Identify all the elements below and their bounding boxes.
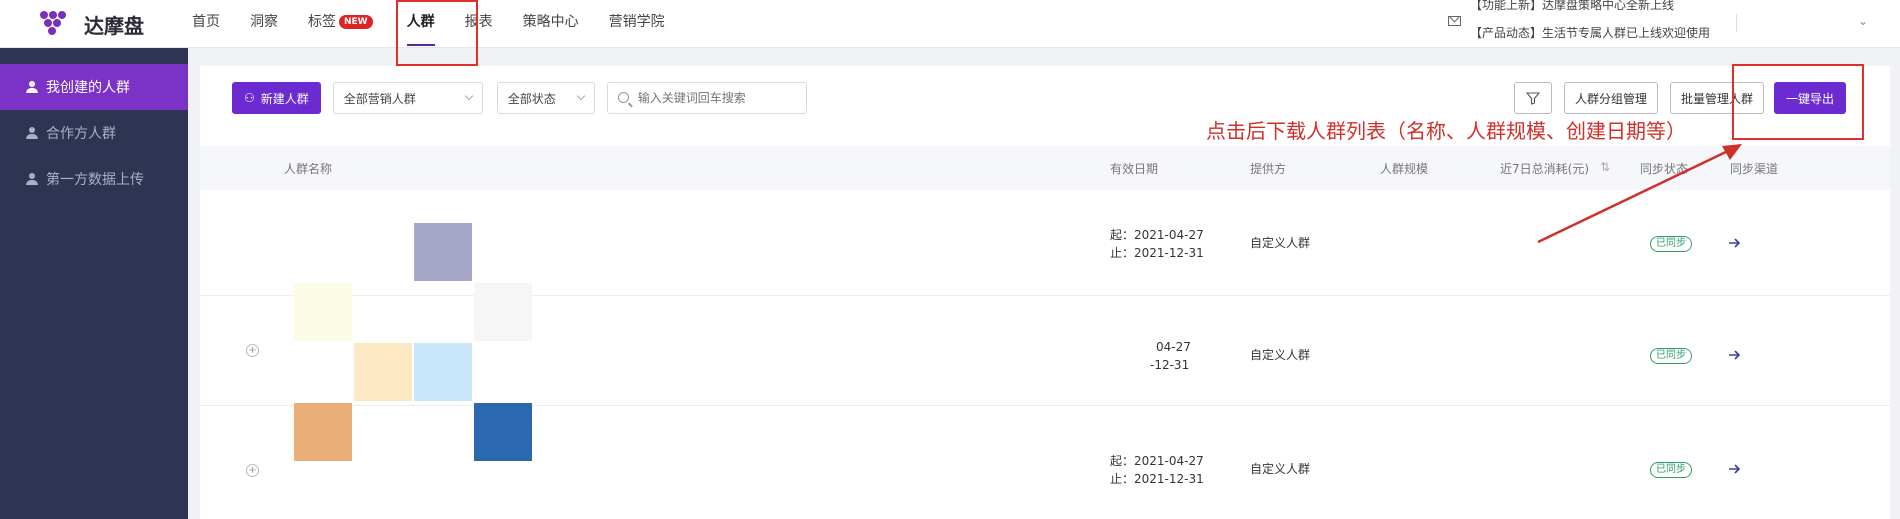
group-manage-button[interactable]: 人群分组管理	[1563, 82, 1658, 114]
top-navigation-bar: 达摩盘 首页 洞察 标签 NEW 人群 报表 策略中心 营销学院 【功能上新】达摩…	[0, 0, 1900, 48]
nav-academy[interactable]: 营销学院	[609, 0, 665, 46]
col-provider: 提供方	[1250, 162, 1287, 176]
sidebar-item-my-audiences[interactable]: 我创建的人群	[0, 64, 188, 110]
nav-home-label: 首页	[192, 14, 220, 30]
search-icon	[617, 92, 629, 103]
provider: 自定义人群	[1250, 348, 1311, 362]
col-name: 人群名称	[284, 162, 333, 176]
status-value: 全部状态	[507, 91, 556, 106]
notice-line-1: 【功能上新】达摩盘策略中心全新上线	[1470, 0, 1675, 12]
nav-home[interactable]: 首页	[192, 0, 220, 46]
search-input[interactable]	[637, 91, 798, 105]
nav-insight-label: 洞察	[250, 14, 278, 30]
highlight-box-audience-nav	[396, 0, 478, 66]
notice-line-2: 【产品动态】生活节专属人群已上线欢迎使用	[1470, 26, 1711, 40]
new-badge: NEW	[339, 15, 373, 29]
app-name: 达摩盘	[84, 13, 144, 38]
mail-icon[interactable]	[1448, 16, 1461, 26]
expand-icon[interactable]: +	[246, 464, 259, 477]
nav-strategy-label: 策略中心	[522, 14, 579, 30]
group-manage-label: 人群分组管理	[1574, 91, 1647, 106]
new-audience-label: 新建人群	[260, 91, 309, 106]
nav-strategy[interactable]: 策略中心	[523, 0, 579, 46]
user-icon	[26, 173, 38, 185]
sync-channel-arrow-icon[interactable]	[1728, 463, 1742, 475]
sidebar-item-partner-audiences[interactable]: 合作方人群	[0, 110, 188, 156]
nav-tags[interactable]: 标签 NEW	[308, 0, 373, 46]
provider: 自定义人群	[1250, 236, 1311, 250]
valid-end: -12-31	[1150, 358, 1190, 372]
sidebar-item-label: 第一方数据上传	[46, 172, 144, 188]
search-field[interactable]	[606, 82, 807, 114]
sidebar: 我创建的人群 合作方人群 第一方数据上传	[0, 48, 188, 519]
valid-start: 起：2021-04-27	[1110, 454, 1204, 468]
toolbar-left: ⚇ 新建人群 全部营销人群 全部状态	[232, 82, 807, 114]
status-badge: 已同步	[1650, 462, 1692, 478]
add-user-icon: ⚇	[244, 91, 255, 105]
valid-end: 止：2021-12-31	[1110, 246, 1204, 260]
filter-icon	[1525, 92, 1540, 105]
highlight-box-export	[1732, 64, 1864, 140]
status-badge: 已同步	[1650, 348, 1692, 364]
annotation-arrow-icon	[1537, 144, 1742, 244]
nav-tags-label: 标签	[308, 14, 336, 30]
valid-start: 04-27	[1156, 340, 1191, 354]
chevron-down-icon	[464, 91, 474, 101]
app-logo[interactable]: 达摩盘	[40, 8, 144, 40]
filter-button[interactable]	[1513, 82, 1552, 114]
expand-icon[interactable]: +	[246, 344, 259, 357]
audience-scope-value: 全部营销人群	[343, 91, 416, 106]
chevron-down-icon[interactable]: ⌄	[1858, 14, 1868, 28]
sidebar-item-label: 合作方人群	[46, 126, 116, 142]
sync-channel-arrow-icon[interactable]	[1728, 349, 1742, 361]
user-icon	[26, 81, 38, 93]
col-valid-date: 有效日期	[1110, 162, 1159, 176]
nav-insight[interactable]: 洞察	[250, 0, 278, 46]
sidebar-item-first-party-upload[interactable]: 第一方数据上传	[0, 156, 188, 202]
valid-end: 止：2021-12-31	[1110, 472, 1204, 486]
nav-academy-label: 营销学院	[608, 14, 665, 30]
divider	[1736, 14, 1737, 32]
user-icon	[26, 127, 38, 139]
new-audience-button[interactable]: ⚇ 新建人群	[232, 82, 321, 114]
grape-logo-icon	[40, 9, 74, 39]
col-size: 人群规模	[1380, 162, 1429, 176]
chevron-down-icon	[576, 91, 586, 101]
redaction-mosaic	[294, 223, 534, 463]
provider: 自定义人群	[1250, 462, 1311, 476]
audience-scope-select[interactable]: 全部营销人群	[332, 82, 483, 114]
notice-ticker[interactable]: 【功能上新】达摩盘策略中心全新上线 【产品动态】生活节专属人群已上线欢迎使用	[1470, 0, 1710, 40]
valid-start: 起：2021-04-27	[1110, 228, 1204, 242]
status-select[interactable]: 全部状态	[496, 82, 595, 114]
sidebar-item-label: 我创建的人群	[46, 80, 130, 96]
